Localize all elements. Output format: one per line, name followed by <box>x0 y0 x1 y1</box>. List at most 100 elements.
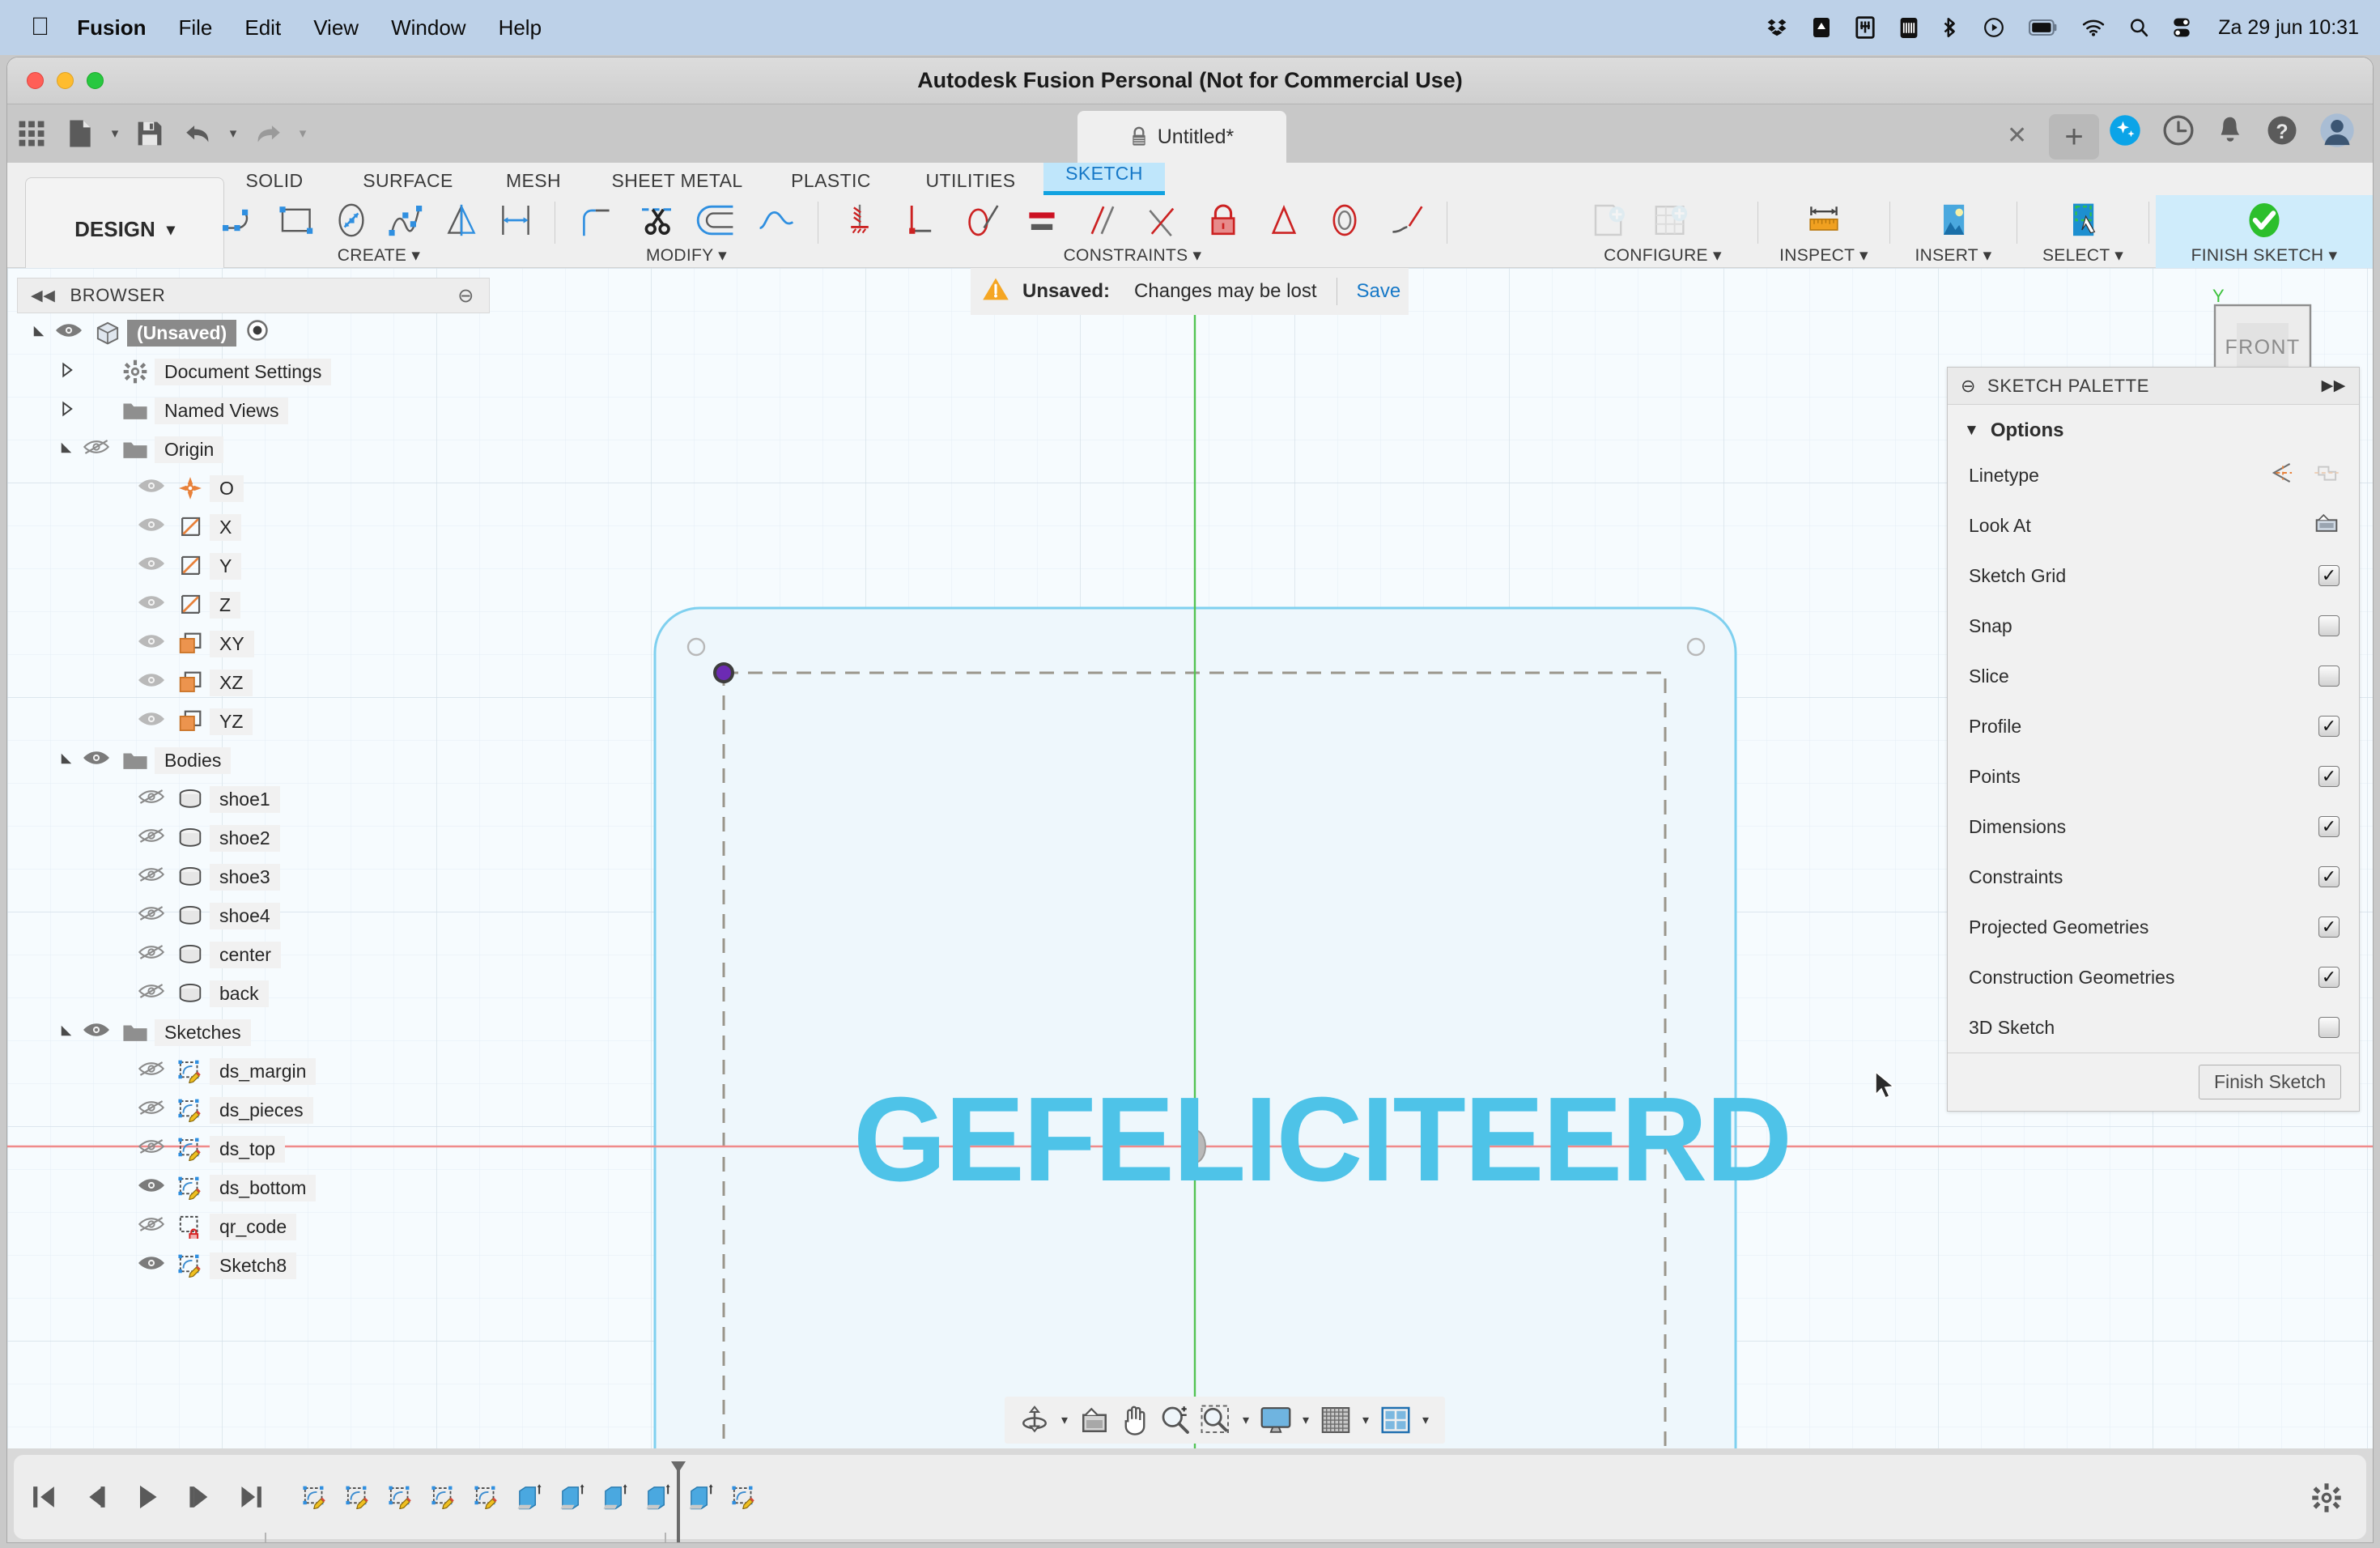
select-cursor-icon[interactable] <box>2052 195 2114 245</box>
palette-row-slice[interactable]: Slice <box>1948 651 2359 701</box>
zoom-window-caret-icon[interactable]: ▾ <box>1236 1412 1256 1428</box>
browser-item-x[interactable]: X <box>7 508 508 546</box>
green-check-icon[interactable] <box>2233 195 2295 245</box>
tree-expanded-arrow-icon[interactable] <box>28 323 49 343</box>
coincident-icon[interactable] <box>1133 195 1193 245</box>
configure-panel-label[interactable]: CONFIGURE ▾ <box>1575 245 1751 269</box>
play-icon[interactable] <box>125 1473 169 1521</box>
select-panel-label[interactable]: SELECT ▾ <box>2024 245 2142 269</box>
timeline-marker[interactable] <box>666 1460 691 1542</box>
browser-item-center[interactable]: center <box>7 935 508 974</box>
checkbox-snap[interactable] <box>2318 615 2340 636</box>
create-panel-label[interactable]: CREATE ▾ <box>210 245 548 269</box>
redo-icon[interactable] <box>244 113 292 155</box>
grid-snaps-caret-icon[interactable]: ▾ <box>1356 1412 1375 1428</box>
new-file-caret-icon[interactable]: ▾ <box>104 113 125 155</box>
tree-expanded-arrow-icon[interactable] <box>56 440 77 460</box>
finish-sketch-panel-label[interactable]: FINISH SKETCH ▾ <box>2156 245 2373 269</box>
timeline-feature-sketch[interactable] <box>424 1476 463 1518</box>
dropbox-icon[interactable] <box>1766 17 1787 38</box>
eye-hidden-icon[interactable] <box>132 827 171 849</box>
checkbox-3d-sketch[interactable] <box>2318 1017 2340 1038</box>
step-back-icon[interactable] <box>74 1473 117 1521</box>
palette-row-3d-sketch[interactable]: 3D Sketch <box>1948 1002 2359 1053</box>
tab-surface[interactable]: SURFACE <box>339 170 477 195</box>
eye-hidden-icon[interactable] <box>132 982 171 1005</box>
eye-hidden-icon[interactable] <box>77 438 116 461</box>
history-clock-icon[interactable] <box>2162 114 2195 147</box>
eye-visible-icon[interactable] <box>132 593 171 616</box>
wifi-icon[interactable] <box>2082 19 2105 36</box>
browser-item-ds-margin[interactable]: ds_margin <box>7 1052 508 1091</box>
new-file-icon[interactable] <box>56 113 104 155</box>
browser-item-shoe1[interactable]: shoe1 <box>7 780 508 819</box>
eye-visible-icon[interactable] <box>132 555 171 577</box>
browser-item-bodies[interactable]: Bodies <box>7 741 508 780</box>
checkbox-slice[interactable] <box>2318 666 2340 687</box>
control-center-icon[interactable] <box>2173 17 2191 38</box>
eye-visible-icon[interactable] <box>132 1176 171 1199</box>
timeline-feature-extrude[interactable] <box>596 1476 635 1518</box>
browser-item-qr-code[interactable]: qr_code <box>7 1207 508 1246</box>
ellipse-icon[interactable] <box>324 195 379 245</box>
battery-icon[interactable] <box>2029 19 2058 36</box>
browser-item-origin[interactable]: Origin <box>7 430 508 469</box>
menu-help[interactable]: Help <box>499 15 542 40</box>
browser-item-shoe2[interactable]: shoe2 <box>7 819 508 857</box>
tree-collapsed-arrow-icon[interactable] <box>56 401 77 421</box>
fix-lock-icon[interactable] <box>1193 195 1254 245</box>
grid-snaps-icon[interactable] <box>1315 1400 1356 1440</box>
search-icon[interactable] <box>2129 18 2148 37</box>
palette-row-linetype[interactable]: Linetype <box>1948 450 2359 500</box>
eye-visible-icon[interactable] <box>132 1254 171 1277</box>
checkbox-constraints[interactable]: ✓ <box>2318 866 2340 887</box>
browser-item-o[interactable]: O <box>7 469 508 508</box>
mirror-icon[interactable] <box>434 195 489 245</box>
configure-part-icon[interactable] <box>1579 195 1641 245</box>
perpendicular-icon[interactable] <box>890 195 951 245</box>
collapse-left-icon[interactable]: ◀◀ <box>31 287 55 305</box>
play-circle-icon[interactable] <box>1983 17 2004 38</box>
step-forward-icon[interactable] <box>177 1473 221 1521</box>
bluetooth-icon[interactable] <box>1943 16 1959 39</box>
checkbox-points[interactable]: ✓ <box>2318 766 2340 787</box>
eye-hidden-icon[interactable] <box>132 1060 171 1082</box>
pan-hand-icon[interactable] <box>1115 1400 1155 1440</box>
parallel-icon[interactable] <box>1072 195 1133 245</box>
horizontal-vertical-icon[interactable] <box>830 195 890 245</box>
zoom-window-icon[interactable] <box>1196 1400 1236 1440</box>
equal-icon[interactable] <box>1011 195 1072 245</box>
constraints-panel-label[interactable]: CONSTRAINTS ▾ <box>825 245 1440 269</box>
palette-row-snap[interactable]: Snap <box>1948 601 2359 651</box>
plus-icon[interactable]: + <box>2049 114 2099 159</box>
browser-item-shoe4[interactable]: shoe4 <box>7 896 508 935</box>
insert-panel-label[interactable]: INSERT ▾ <box>1897 245 2010 269</box>
browser-item-back[interactable]: back <box>7 974 508 1013</box>
dimension-icon[interactable] <box>488 195 543 245</box>
document-tab[interactable]: Untitled* <box>1077 111 1286 163</box>
browser-item-sketch8[interactable]: Sketch8 <box>7 1246 508 1285</box>
tab-sketch[interactable]: SKETCH <box>1043 163 1165 195</box>
trim-scissors-icon[interactable] <box>627 195 686 245</box>
double-chevron-right-icon[interactable]: ▶▶ <box>2322 376 2346 395</box>
timeline-feature-sketch[interactable] <box>295 1476 334 1518</box>
tangent-icon[interactable] <box>951 195 1012 245</box>
modify-panel-label[interactable]: MODIFY ▾ <box>562 245 811 269</box>
orbit-caret-icon[interactable]: ▾ <box>1055 1412 1074 1428</box>
drive-icon[interactable] <box>1812 17 1831 38</box>
eye-hidden-icon[interactable] <box>132 788 171 810</box>
close-icon[interactable]: ✕ <box>2007 124 2027 148</box>
configure-table-icon[interactable] <box>1641 195 1702 245</box>
zoom-icon[interactable] <box>1155 1400 1196 1440</box>
options-section-header[interactable]: ▼ Options <box>1948 405 2359 450</box>
go-to-end-icon[interactable] <box>229 1473 273 1521</box>
palette-row-construction-geometries[interactable]: Construction Geometries ✓ <box>1948 952 2359 1002</box>
app-icon[interactable] <box>1855 16 1875 39</box>
look-at-icon[interactable] <box>1074 1400 1115 1440</box>
offset-icon[interactable] <box>686 195 746 245</box>
notification-bell-icon[interactable] <box>2216 114 2245 147</box>
browser-item-y[interactable]: Y <box>7 546 508 585</box>
browser-item-xy[interactable]: XY <box>7 624 508 663</box>
timeline-feature-sketch[interactable] <box>467 1476 506 1518</box>
browser-item-yz[interactable]: YZ <box>7 702 508 741</box>
